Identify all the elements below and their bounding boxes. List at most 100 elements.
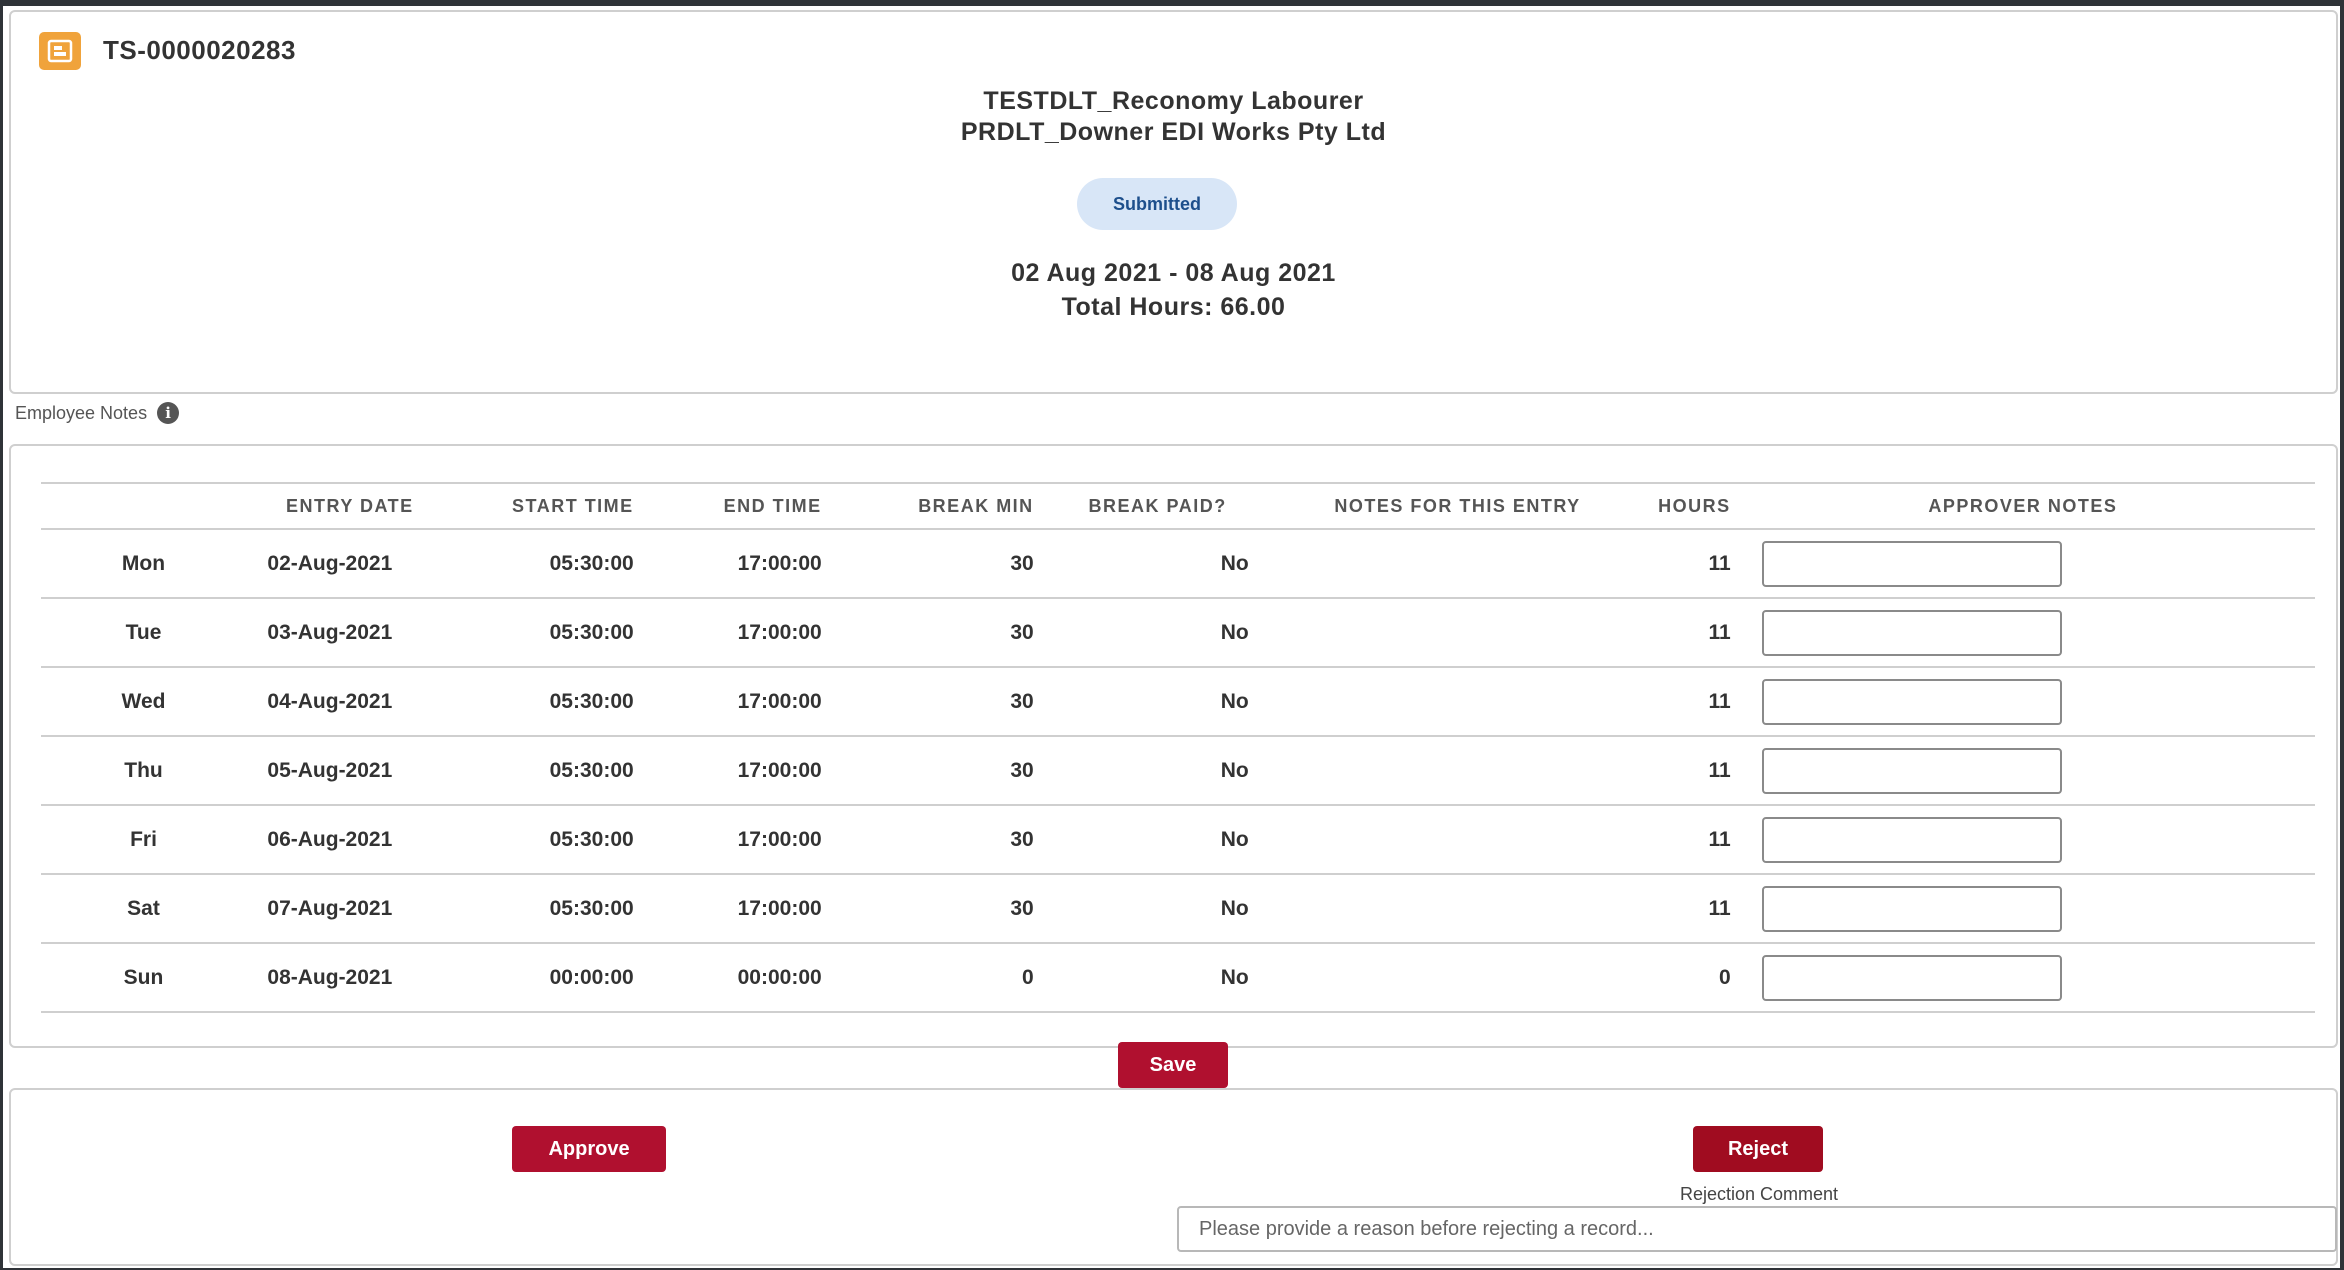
break-min-cell: 0 — [821, 943, 1034, 1013]
start-time-cell: 05:30:00 — [413, 736, 634, 806]
start-time-cell: 05:30:00 — [413, 598, 634, 668]
hours-cell: 11 — [1580, 736, 1731, 806]
header-break-min: BREAK MIN — [821, 482, 1034, 530]
day-cell: Fri — [41, 805, 246, 875]
break-paid-cell: No — [1033, 874, 1257, 944]
approver-notes-input[interactable] — [1761, 954, 2062, 1001]
save-button[interactable]: Save — [1118, 1042, 1228, 1088]
start-time-cell: 05:30:00 — [413, 529, 634, 599]
break-paid-cell: No — [1033, 667, 1257, 737]
table-row: Sat 07-Aug-2021 05:30:00 17:00:00 30 No 11 — [41, 874, 2315, 944]
approver-notes-input[interactable] — [1761, 816, 2062, 863]
table-row: Thu 05-Aug-2021 05:30:00 17:00:00 30 No 11 — [41, 736, 2315, 806]
table-header-row: ENTRY DATE START TIME END TIME BREAK MIN… — [41, 482, 2315, 530]
timesheet-header-card: TS-0000020283 TESTDLT_Reconomy Labourer … — [9, 10, 2338, 394]
timesheet-entries-card: ENTRY DATE START TIME END TIME BREAK MIN… — [9, 444, 2338, 1048]
end-time-cell: 17:00:00 — [633, 874, 822, 944]
table-row: Sun 08-Aug-2021 00:00:00 00:00:00 0 No 0 — [41, 943, 2315, 1013]
approver-notes-cell — [1730, 736, 2315, 806]
record-title: TESTDLT_Reconomy Labourer PRDLT_Downer E… — [11, 86, 2336, 148]
approver-notes-input[interactable] — [1761, 540, 2062, 587]
break-paid-cell: No — [1033, 943, 1257, 1013]
title-line-company: PRDLT_Downer EDI Works Pty Ltd — [960, 118, 1387, 146]
header-notes: NOTES FOR THIS ENTRY — [1256, 482, 1581, 530]
hours-cell: 11 — [1580, 805, 1731, 875]
entry-date-cell: 05-Aug-2021 — [246, 736, 414, 806]
approver-notes-cell — [1730, 874, 2315, 944]
table-row: Tue 03-Aug-2021 05:30:00 17:00:00 30 No 11 — [41, 598, 2315, 668]
day-cell: Tue — [41, 598, 246, 668]
entry-notes-cell — [1256, 598, 1581, 668]
entry-notes-cell — [1256, 874, 1581, 944]
end-time-cell: 17:00:00 — [633, 667, 822, 737]
table-body: Mon 02-Aug-2021 05:30:00 17:00:00 30 No 11 Tue 0… — [41, 529, 2315, 1013]
approver-notes-cell — [1730, 805, 2315, 875]
approver-notes-input[interactable] — [1761, 609, 2062, 656]
break-paid-cell: No — [1033, 598, 1257, 668]
end-time-cell: 17:00:00 — [633, 736, 822, 806]
period-range: 02 Aug 2021 - 08 Aug 2021 — [1011, 259, 1336, 287]
break-min-cell: 30 — [821, 667, 1034, 737]
break-min-cell: 30 — [821, 874, 1034, 944]
approver-notes-cell — [1730, 529, 2315, 599]
entry-date-cell: 04-Aug-2021 — [246, 667, 414, 737]
rejection-comment-input[interactable] — [1177, 1206, 2337, 1252]
end-time-cell: 17:00:00 — [633, 529, 822, 599]
hours-cell: 0 — [1580, 943, 1731, 1013]
hours-cell: 11 — [1580, 667, 1731, 737]
reject-button[interactable]: Reject — [1693, 1126, 1823, 1172]
approver-notes-cell — [1730, 943, 2315, 1013]
title-line-employee: TESTDLT_Reconomy Labourer — [983, 87, 1364, 115]
break-paid-cell: No — [1033, 529, 1257, 599]
break-min-cell: 30 — [821, 736, 1034, 806]
approve-button[interactable]: Approve — [512, 1126, 666, 1172]
approver-notes-cell — [1730, 667, 2315, 737]
entry-date-cell: 03-Aug-2021 — [246, 598, 414, 668]
header-day — [41, 482, 246, 530]
start-time-cell: 00:00:00 — [413, 943, 634, 1013]
timesheet-table: ENTRY DATE START TIME END TIME BREAK MIN… — [41, 482, 2315, 1013]
timesheet-page: TS-0000020283 TESTDLT_Reconomy Labourer … — [3, 6, 2340, 1268]
break-min-cell: 30 — [821, 529, 1034, 599]
record-id: TS-0000020283 — [103, 35, 296, 65]
entry-notes-cell — [1256, 529, 1581, 599]
break-paid-cell: No — [1033, 805, 1257, 875]
approval-actions-card: Approve Reject Rejection Comment — [9, 1088, 2338, 1266]
header-approver-notes: APPROVER NOTES — [1730, 482, 2315, 530]
hours-cell: 11 — [1580, 598, 1731, 668]
header-entry-date: ENTRY DATE — [246, 482, 414, 530]
table-row: Fri 06-Aug-2021 05:30:00 17:00:00 30 No 11 — [41, 805, 2315, 875]
total-hours: Total Hours: 66.00 — [1061, 293, 1286, 321]
record-icon — [39, 32, 81, 70]
entry-notes-cell — [1256, 805, 1581, 875]
employee-notes: Employee Notes i — [15, 402, 180, 424]
approver-notes-cell — [1730, 598, 2315, 668]
employee-notes-label: Employee Notes — [15, 402, 148, 423]
hours-cell: 11 — [1580, 529, 1731, 599]
approver-notes-input[interactable] — [1761, 747, 2062, 794]
day-cell: Thu — [41, 736, 246, 806]
end-time-cell: 17:00:00 — [633, 805, 822, 875]
break-paid-cell: No — [1033, 736, 1257, 806]
entry-notes-cell — [1256, 736, 1581, 806]
header-break-paid: BREAK PAID? — [1033, 482, 1257, 530]
table-row: Wed 04-Aug-2021 05:30:00 17:00:00 30 No 11 — [41, 667, 2315, 737]
day-cell: Sat — [41, 874, 246, 944]
period-summary: 02 Aug 2021 - 08 Aug 2021 Total Hours: 6… — [11, 256, 2336, 324]
rejection-comment-label: Rejection Comment — [1679, 1184, 1839, 1204]
end-time-cell: 00:00:00 — [633, 943, 822, 1013]
approver-notes-input[interactable] — [1761, 885, 2062, 932]
entry-notes-cell — [1256, 667, 1581, 737]
status-badge: Submitted — [1077, 178, 1237, 230]
start-time-cell: 05:30:00 — [413, 874, 634, 944]
approver-notes-input[interactable] — [1761, 678, 2062, 725]
header-start-time: START TIME — [413, 482, 634, 530]
entry-date-cell: 06-Aug-2021 — [246, 805, 414, 875]
header-end-time: END TIME — [633, 482, 822, 530]
info-icon[interactable]: i — [157, 402, 180, 424]
entry-notes-cell — [1256, 943, 1581, 1013]
end-time-cell: 17:00:00 — [633, 598, 822, 668]
entry-date-cell: 08-Aug-2021 — [246, 943, 414, 1013]
break-min-cell: 30 — [821, 598, 1034, 668]
header-hours: HOURS — [1580, 482, 1731, 530]
